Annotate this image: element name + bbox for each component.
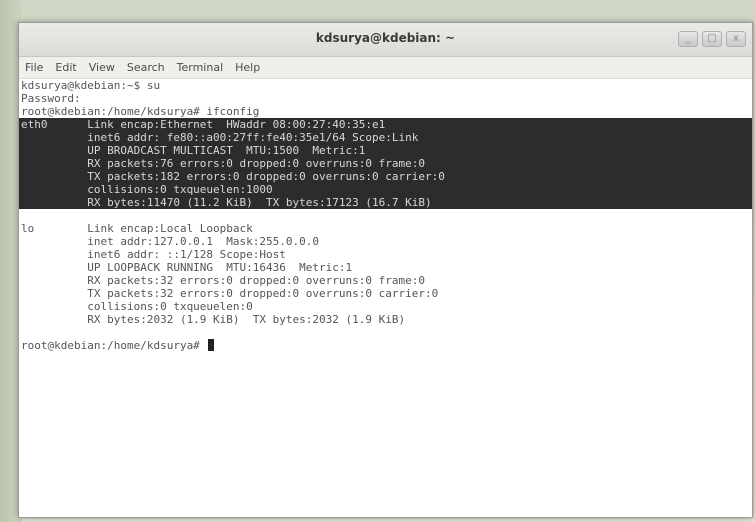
menu-help[interactable]: Help bbox=[235, 61, 260, 74]
eth0-line: inet6 addr: fe80::a00:27ff:fe40:35e1/64 … bbox=[19, 131, 752, 144]
menu-terminal[interactable]: Terminal bbox=[177, 61, 224, 74]
eth0-line: RX bytes:11470 (11.2 KiB) TX bytes:17123… bbox=[19, 196, 752, 209]
eth0-line: TX packets:182 errors:0 dropped:0 overru… bbox=[19, 170, 752, 183]
lo-line: lo Link encap:Local Loopback bbox=[21, 222, 253, 235]
maximize-button[interactable]: □ bbox=[702, 31, 722, 47]
menu-edit[interactable]: Edit bbox=[55, 61, 76, 74]
menu-file[interactable]: File bbox=[25, 61, 43, 74]
lo-line: RX bytes:2032 (1.9 KiB) TX bytes:2032 (1… bbox=[21, 313, 406, 326]
eth0-line: UP BROADCAST MULTICAST MTU:1500 Metric:1 bbox=[19, 144, 752, 157]
terminal-output[interactable]: kdsurya@kdebian:~$ su Password: root@kde… bbox=[19, 79, 752, 517]
window-controls: _ □ x bbox=[678, 31, 746, 47]
terminal-line: Password: bbox=[21, 92, 81, 105]
lo-line: UP LOOPBACK RUNNING MTU:16436 Metric:1 bbox=[21, 261, 353, 274]
menu-bar: File Edit View Search Terminal Help bbox=[19, 57, 752, 79]
terminal-window: kdsurya@kdebian: ~ _ □ x File Edit View … bbox=[18, 22, 753, 518]
eth0-line: eth0 Link encap:Ethernet HWaddr 08:00:27… bbox=[19, 118, 752, 131]
close-button[interactable]: x bbox=[726, 31, 746, 47]
title-bar[interactable]: kdsurya@kdebian: ~ _ □ x bbox=[19, 23, 752, 57]
minimize-button[interactable]: _ bbox=[678, 31, 698, 47]
eth0-line: collisions:0 txqueuelen:1000 bbox=[19, 183, 752, 196]
eth0-line: RX packets:76 errors:0 dropped:0 overrun… bbox=[19, 157, 752, 170]
menu-view[interactable]: View bbox=[89, 61, 115, 74]
prompt-line[interactable]: root@kdebian:/home/kdsurya# bbox=[19, 339, 752, 352]
lo-line: RX packets:32 errors:0 dropped:0 overrun… bbox=[21, 274, 425, 287]
text-cursor bbox=[208, 339, 215, 351]
lo-line: inet6 addr: ::1/128 Scope:Host bbox=[21, 248, 286, 261]
menu-search[interactable]: Search bbox=[127, 61, 165, 74]
lo-line: TX packets:32 errors:0 dropped:0 overrun… bbox=[21, 287, 439, 300]
window-title: kdsurya@kdebian: ~ bbox=[315, 31, 456, 45]
prompt-text: root@kdebian:/home/kdsurya# bbox=[21, 339, 207, 352]
terminal-line: root@kdebian:/home/kdsurya# ifconfig bbox=[21, 105, 260, 118]
lo-line: inet addr:127.0.0.1 Mask:255.0.0.0 bbox=[21, 235, 320, 248]
lo-line: collisions:0 txqueuelen:0 bbox=[21, 300, 253, 313]
terminal-line: kdsurya@kdebian:~$ su bbox=[21, 79, 161, 92]
